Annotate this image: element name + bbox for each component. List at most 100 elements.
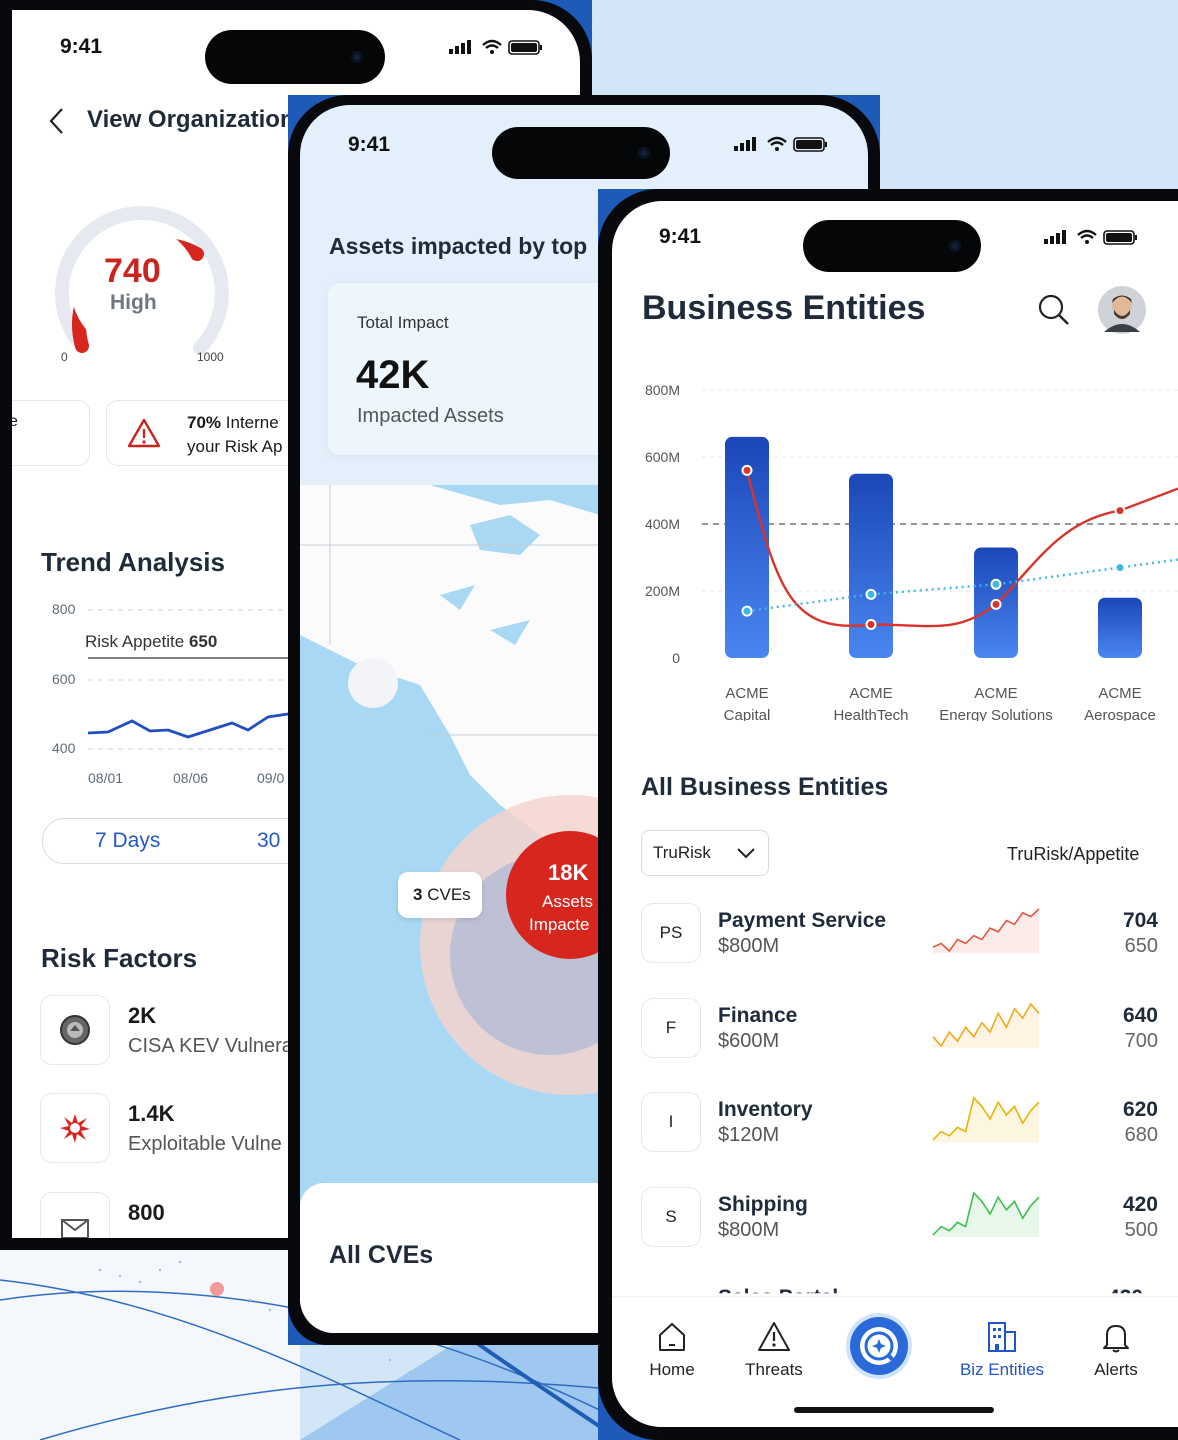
chevron-down-icon: [737, 848, 755, 859]
entity-truRisk: 420: [1122, 1192, 1158, 1216]
truRisk-dropdown[interactable]: TruRisk: [641, 830, 769, 876]
risk-factor-value: 2K: [128, 1003, 157, 1028]
bubble-line1: Assets: [542, 892, 594, 911]
total-impact-value: 42K: [356, 353, 430, 397]
nav-label: Threats: [745, 1360, 803, 1379]
risk-score-value: 740: [104, 252, 161, 290]
page-title: Assets impacted by top: [329, 233, 588, 259]
trend-y-tick: 800: [52, 601, 76, 617]
y-tick-label: 800M: [645, 382, 680, 398]
dynamic-island: [492, 127, 670, 179]
risk-factors-title: Risk Factors: [41, 943, 198, 973]
risk-factor-value: 1.4K: [128, 1101, 175, 1126]
nav-label: Home: [649, 1360, 695, 1379]
nav-label: Alerts: [1094, 1360, 1138, 1379]
category-label: ACME: [849, 685, 892, 702]
building-icon: [988, 1322, 1016, 1352]
entity-appetite: 650: [1124, 935, 1158, 957]
bar: [849, 473, 893, 658]
column-label: TruRisk/Appetite: [1007, 844, 1140, 864]
alert-card-left[interactable]: e: [12, 400, 90, 466]
category-label: ACME: [974, 685, 1017, 702]
dotted-series-point: [1114, 562, 1126, 574]
cves-label: CVEs: [427, 885, 471, 904]
y-tick-label: 400M: [645, 516, 680, 532]
entity-row[interactable]: S Shipping $800M 420 500: [641, 1175, 1178, 1255]
bottom-nav: Home Threats Biz Entities Alerts: [612, 1296, 1178, 1427]
assistant-button[interactable]: [850, 1317, 908, 1375]
status-icons: [734, 136, 827, 152]
warning-icon: [758, 1322, 790, 1351]
nav-alerts[interactable]: Alerts: [1076, 1319, 1156, 1380]
nav-biz-entities[interactable]: Biz Entities: [952, 1319, 1052, 1380]
alert-percent: 70%: [187, 413, 222, 432]
entity-row[interactable]: I Inventory $120M 620 680: [641, 1080, 1178, 1160]
bubble-line2: Impacte: [529, 915, 590, 934]
dotted-series-point: [990, 578, 1002, 590]
trend-x-tick: 08/01: [88, 770, 124, 786]
red-series-point: [865, 619, 877, 630]
entity-initials: PS: [641, 903, 701, 963]
entity-sparkline: [932, 1002, 1040, 1048]
page-title: Business Entities: [642, 289, 926, 327]
dotted-series-point: [865, 588, 877, 600]
home-indicator: [794, 1407, 994, 1413]
total-impact-sub: Impacted Assets: [357, 405, 504, 427]
red-series-point: [741, 464, 753, 476]
trend-x-tick: 09/0: [257, 770, 285, 786]
range-30-days-button[interactable]: 30: [257, 829, 280, 853]
dotted-series-point: [741, 605, 753, 617]
alert-line1: Interne: [225, 413, 279, 432]
entity-row[interactable]: F Finance $600M 640 700: [641, 986, 1178, 1066]
entity-truRisk: 620: [1122, 1098, 1158, 1121]
dynamic-island: [803, 220, 981, 272]
trend-analysis-title: Trend Analysis: [41, 547, 225, 577]
avatar[interactable]: [1098, 286, 1146, 334]
risk-factor-label: Exploitable Vulne: [128, 1133, 282, 1155]
status-icons: [1044, 229, 1137, 245]
sparkline-area: [933, 1003, 1039, 1048]
entity-appetite: 680: [1124, 1124, 1158, 1146]
bell-icon: [1103, 1325, 1129, 1353]
search-icon[interactable]: [1037, 293, 1071, 327]
entity-truRisk: 704: [1122, 909, 1158, 932]
sparkline-area: [933, 909, 1039, 953]
y-tick-label: 600M: [645, 449, 680, 465]
y-tick-label: 0: [672, 650, 680, 666]
assistant-icon: [860, 1327, 898, 1365]
trend-y-tick: 600: [52, 671, 76, 687]
bubble-value: 18K: [548, 860, 589, 885]
gauge-min-label: 0: [61, 350, 68, 364]
category-label: ACME: [1098, 685, 1141, 702]
alert-line2: your Risk Ap: [187, 437, 283, 456]
category-label: ACME: [725, 685, 768, 702]
entity-amount: $800M: [718, 1218, 780, 1241]
home-icon: [659, 1323, 685, 1351]
red-series-point: [990, 598, 1002, 610]
entity-truRisk: 640: [1122, 1003, 1158, 1027]
risk-score-level: High: [110, 291, 157, 314]
dynamic-island: [205, 30, 385, 84]
entity-name: Inventory: [718, 1098, 813, 1121]
business-entities-chart: 800M 600M 400M 200M 0 ACME Capital ACME HealthTe…: [645, 382, 1178, 721]
entity-name: Shipping: [718, 1192, 808, 1216]
entity-amount: $800M: [718, 935, 780, 957]
entity-name: Finance: [718, 1003, 798, 1027]
range-7-days-button[interactable]: 7 Days: [95, 829, 160, 853]
list-title: All Business Entities: [641, 773, 889, 801]
entity-row[interactable]: PS Payment Service $800M 704 650: [641, 891, 1178, 971]
entity-name: Payment Service: [718, 909, 887, 932]
page-title: View Organization: [87, 106, 295, 133]
cves-callout[interactable]: 3 CVEs: [398, 872, 482, 918]
risk-appetite-label: Risk Appetite: [85, 632, 185, 651]
entity-initials: S: [641, 1186, 701, 1247]
nav-threats[interactable]: Threats: [734, 1319, 814, 1380]
nav-home[interactable]: Home: [632, 1319, 712, 1380]
back-chevron-icon[interactable]: [46, 106, 66, 136]
status-time: 9:41: [60, 35, 103, 58]
gauge-max-label: 1000: [197, 350, 224, 364]
entity-initials: I: [641, 1092, 701, 1152]
entity-sparkline: [932, 1096, 1040, 1142]
entity-appetite: 500: [1124, 1218, 1158, 1241]
burst-icon: [60, 1114, 90, 1143]
